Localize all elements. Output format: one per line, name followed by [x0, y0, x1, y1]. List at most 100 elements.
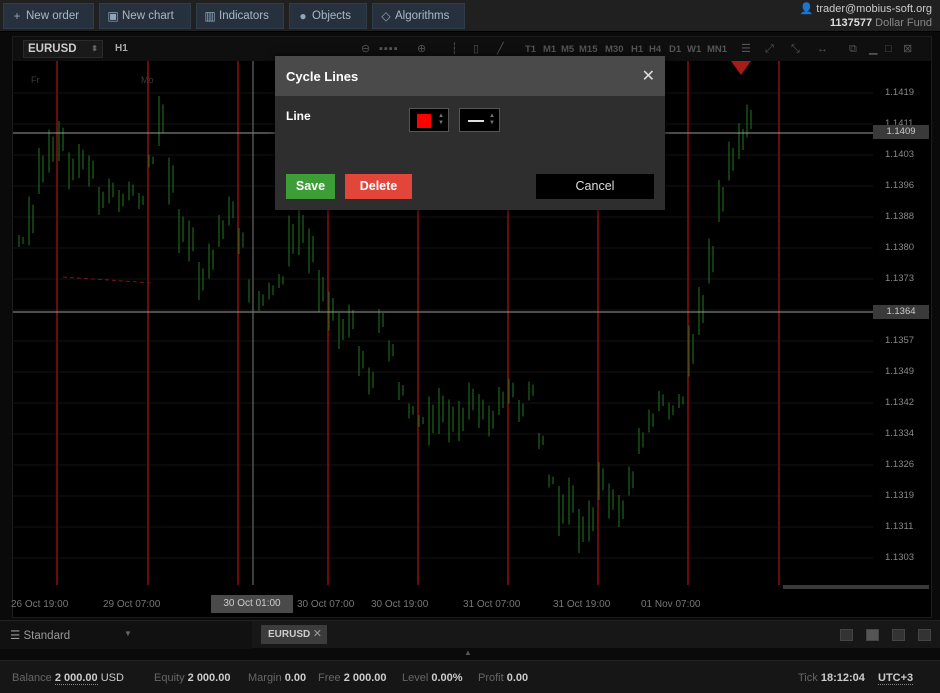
timezone-select[interactable]: UTC+3 — [878, 672, 914, 685]
profit-status: Profit 0.00 — [478, 672, 529, 684]
zoom-slider-icon[interactable]: ▪▪▪▪ — [379, 42, 399, 56]
algorithms-button[interactable]: ◇ Algorithms — [372, 3, 465, 29]
symbol-select[interactable]: EURUSD ⬍ — [23, 40, 103, 58]
balance-status: Balance 2 000.00 USD — [12, 672, 124, 685]
time-tick-label: 26 Oct 19:00 — [11, 599, 69, 610]
price-tick-label: 1.1380 — [885, 242, 915, 253]
timeframe-m30[interactable]: M30 — [605, 44, 623, 55]
detach-icon[interactable]: ⧉ — [849, 42, 857, 56]
time-tick-label: 31 Oct 19:00 — [553, 599, 611, 610]
margin-status: Margin 0.00 — [248, 672, 307, 684]
layout-horizontal-button[interactable] — [918, 629, 931, 641]
close-tab-icon[interactable]: ✕ — [313, 625, 322, 644]
timeframe-h4[interactable]: H4 — [649, 44, 661, 55]
horizontal-line-price-tag: 1.1409 — [873, 125, 929, 139]
indicators-button[interactable]: ▥ Indicators — [196, 3, 284, 29]
spinner-arrows-icon: ▲ ▼ — [489, 113, 495, 126]
equity-status: Equity 2 000.00 — [154, 672, 231, 684]
symbol-value: EURUSD — [28, 43, 77, 55]
color-swatch — [417, 114, 431, 128]
fit-icon[interactable]: ⤡ — [791, 42, 800, 56]
level-status: Level 0.00% — [402, 672, 463, 684]
menu-icon: ☰ — [10, 630, 24, 642]
price-tick-label: 1.1319 — [885, 490, 915, 501]
new-order-button[interactable]: + New order — [3, 3, 94, 29]
timeframe-w1[interactable]: W1 — [687, 44, 701, 55]
account-info[interactable]: 👤 trader@mobius-soft.org 1137577 Dollar … — [800, 2, 932, 30]
price-tick-label: 1.1326 — [885, 459, 915, 470]
account-fund: Dollar Fund — [875, 17, 932, 29]
timeframe-h1[interactable]: H1 — [631, 44, 643, 55]
trading-app: + New order ▣ New chart ▥ Indicators ● O… — [0, 0, 940, 693]
price-tick-label: 1.1334 — [885, 428, 915, 439]
horizontal-scrollbar[interactable] — [783, 585, 929, 589]
expand-panel-icon[interactable]: ▲ — [464, 648, 472, 657]
new-chart-label: New chart — [122, 10, 174, 22]
close-chart-icon[interactable]: ⊠ — [903, 42, 912, 56]
objects-button[interactable]: ● Objects — [289, 3, 367, 29]
time-tick-label: 30 Oct 19:00 — [371, 599, 429, 610]
main-toolbar: + New order ▣ New chart ▥ Indicators ● O… — [0, 0, 940, 32]
time-tick-label: 29 Oct 07:00 — [103, 599, 161, 610]
workspace-name: Standard — [23, 630, 71, 642]
horizontal-line-price-tag: 1.1364 — [873, 305, 929, 319]
layout-single-button[interactable] — [840, 629, 853, 641]
bar-chart-type-icon[interactable]: ┆ — [451, 42, 458, 56]
chart-tab-eurusd[interactable]: EURUSD ✕ — [261, 625, 327, 644]
candle-chart-type-icon[interactable]: ▯ — [473, 42, 479, 56]
line-chart-type-icon[interactable]: ╱ — [497, 42, 504, 56]
day-label: Mo — [141, 75, 154, 85]
current-timeframe: H1 — [115, 43, 128, 54]
autoscale-icon[interactable]: ⤢ — [765, 42, 774, 56]
layout-vertical-button[interactable] — [892, 629, 905, 641]
save-button[interactable]: Save — [286, 174, 335, 199]
tab-label: EURUSD — [268, 629, 311, 640]
line-color-picker[interactable]: ▲ ▼ — [409, 108, 449, 132]
workspace-select[interactable]: ☰ Standard ▼ — [0, 621, 252, 649]
layout-grid-button[interactable] — [866, 629, 879, 641]
time-axis[interactable]: 01 Nov 07:00 31 Oct 19:00 31 Oct 07:00 30 O… — [11, 593, 931, 617]
line-label: Line — [286, 109, 311, 123]
timeframe-m15[interactable]: M15 — [579, 44, 597, 55]
price-tick-label: 1.1357 — [885, 335, 915, 346]
bottom-bar: ☰ Standard ▼ EURUSD ✕ — [0, 620, 940, 649]
price-tick-label: 1.1311 — [885, 521, 914, 532]
plus-icon: + — [13, 9, 21, 23]
price-tick-label: 1.1388 — [885, 211, 915, 222]
dialog-title: Cycle Lines — [286, 69, 359, 84]
chevron-down-icon: ▼ — [124, 629, 132, 638]
price-tick-label: 1.1396 — [885, 180, 915, 191]
diamond-icon: ◇ — [381, 9, 391, 23]
free-status: Free 2 000.00 — [318, 672, 387, 684]
price-tick-label: 1.1303 — [885, 552, 915, 563]
minimize-icon[interactable]: ▁ — [869, 42, 877, 56]
timeframe-d1[interactable]: D1 — [669, 44, 681, 55]
dialog-header: Cycle Lines ✕ — [275, 56, 665, 96]
new-chart-button[interactable]: ▣ New chart — [99, 3, 191, 29]
cancel-button[interactable]: Cancel — [536, 174, 654, 199]
maximize-icon[interactable]: □ — [885, 42, 892, 56]
account-user: trader@mobius-soft.org — [816, 3, 932, 15]
price-tick-label: 1.1342 — [885, 397, 915, 408]
timeframe-m1[interactable]: M1 — [543, 44, 556, 55]
cycle-lines-dialog: Cycle Lines ✕ Line ▲ ▼ ▲ ▼ Save Delete Can… — [275, 56, 665, 210]
time-tick-label: 30 Oct 07:00 — [297, 599, 355, 610]
new-order-label: New order — [26, 10, 80, 22]
horizontal-scale-icon[interactable]: ↔ — [817, 42, 828, 56]
line-style-picker[interactable]: ▲ ▼ — [459, 108, 500, 132]
sort-icon[interactable]: ☰ — [741, 42, 751, 56]
select-arrows-icon: ⬍ — [91, 44, 98, 53]
objects-label: Objects — [312, 10, 351, 22]
timeframe-t1[interactable]: T1 — [525, 44, 536, 55]
zoom-out-icon[interactable]: ⊖ — [361, 42, 370, 56]
tick-status: Tick 18:12:04 — [798, 672, 865, 684]
delete-button[interactable]: Delete — [345, 174, 412, 199]
chart-icon: ▣ — [107, 9, 119, 23]
price-axis[interactable]: 1.1419 1.1411 1.1403 1.1396 1.1388 1.1380 1.13… — [873, 61, 931, 585]
close-icon[interactable]: ✕ — [642, 66, 655, 86]
timeframe-m5[interactable]: M5 — [561, 44, 574, 55]
time-tick-label: 31 Oct 07:00 — [463, 599, 521, 610]
zoom-in-icon[interactable]: ⊕ — [417, 42, 426, 56]
timeframe-mn1[interactable]: MN1 — [707, 44, 727, 55]
price-tick-label: 1.1349 — [885, 366, 915, 377]
